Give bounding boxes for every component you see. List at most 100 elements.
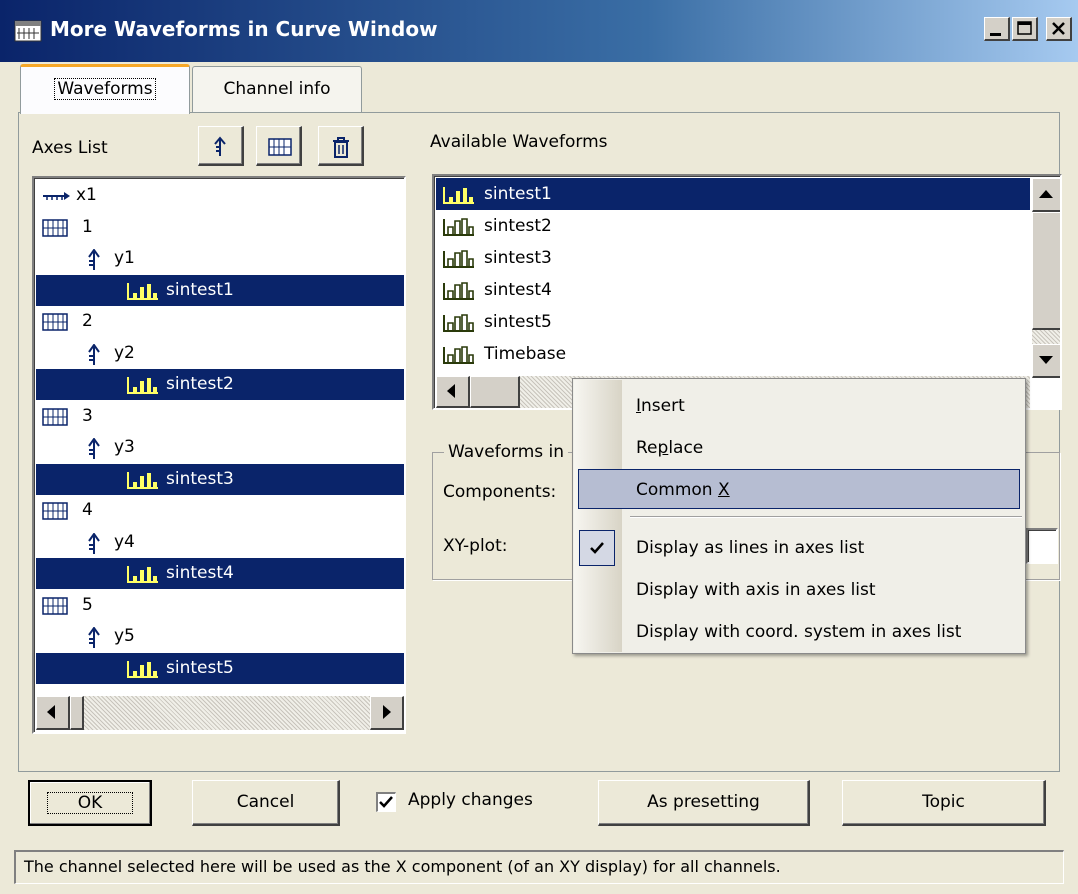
add-axis-button[interactable] [198, 126, 244, 166]
waveform-list-item[interactable]: Timebase [436, 338, 1030, 370]
tree-item-label: 4 [82, 500, 93, 520]
arrow-left-icon [47, 705, 55, 719]
ok-button[interactable]: OK [28, 780, 152, 826]
waveform-list-item[interactable]: sintest5 [436, 306, 1030, 338]
tree-item[interactable]: 5 [36, 590, 404, 621]
waveform-icon [443, 187, 474, 204]
tree-item[interactable]: y5 [36, 621, 404, 652]
tree-item[interactable]: sintest2 [36, 369, 404, 400]
waveform-list-item[interactable]: sintest4 [436, 274, 1030, 306]
checkmark-icon [379, 796, 393, 808]
waveform-list-item[interactable]: sintest2 [436, 210, 1030, 242]
menu-item-label: Common X [636, 470, 730, 510]
tree-item[interactable]: sintest5 [36, 652, 404, 684]
status-bar: The channel selected here will be used a… [14, 850, 1064, 884]
tree-item[interactable]: sintest1 [36, 274, 404, 306]
tree-item[interactable]: sintest3 [36, 463, 404, 495]
close-button[interactable] [1046, 17, 1072, 41]
apply-changes-label: Apply changes [408, 790, 533, 810]
cancel-button[interactable]: Cancel [192, 780, 340, 826]
available-waveforms-list[interactable]: sintest1 sintest2 sintest3 sintest4 sintest5… [432, 174, 1062, 410]
tree-item-label: 3 [82, 405, 93, 426]
xy-plot-field[interactable] [1026, 528, 1058, 564]
arrow-right-icon [383, 705, 391, 719]
tree-item[interactable]: 1 [36, 212, 404, 243]
menu-item-label: Display with coord. system in axes list [636, 612, 961, 652]
tree-item-label: y3 [114, 437, 135, 457]
waveform-list-item[interactable]: sintest3 [436, 242, 1030, 274]
tree-item-label: sintest3 [166, 468, 234, 489]
tree-item[interactable]: 4 [36, 495, 404, 526]
tree-item-label: sintest1 [166, 279, 234, 300]
delete-button[interactable] [318, 126, 364, 166]
menu-item-replace[interactable]: Replace [574, 428, 1024, 468]
tab-label: Waveforms [54, 78, 156, 100]
waveform-label: sintest3 [484, 248, 552, 268]
waveform-label: Timebase [484, 344, 567, 364]
arrow-up-icon [1039, 190, 1053, 198]
menu-accelerator: p [657, 438, 669, 458]
menu-label-text: Display with coord. system in axes list [636, 622, 962, 642]
tree-item[interactable]: 2 [36, 306, 404, 337]
minimize-icon [990, 33, 1001, 36]
add-coord-system-button[interactable] [256, 126, 302, 166]
menu-label-text: lace [668, 438, 704, 458]
menu-item-display-coord[interactable]: Display with coord. system in axes list [574, 612, 1024, 652]
menu-label-text: Common [636, 480, 718, 500]
tree-item-label: y2 [114, 342, 135, 363]
tree-item[interactable]: 3 [36, 401, 404, 432]
tree-item-label: sintest5 [166, 657, 234, 678]
tree-item-label: y1 [114, 248, 135, 268]
scroll-left-button[interactable] [436, 376, 470, 408]
scroll-right-button[interactable] [370, 696, 404, 730]
scroll-down-button[interactable] [1032, 344, 1060, 378]
menu-label-text: nsert [641, 396, 685, 416]
tab-channel-info[interactable]: Channel info [192, 66, 362, 112]
waveform-icon [443, 250, 474, 268]
menu-label-text: Re [636, 438, 658, 458]
arrow-left-icon [447, 384, 455, 398]
as-presetting-button[interactable]: As presetting [598, 780, 810, 826]
window-title: More Waveforms in Curve Window [50, 17, 438, 41]
tree-item[interactable]: x1 [36, 180, 404, 211]
menu-item-display-lines[interactable]: Display as lines in axes list [574, 528, 1024, 568]
menu-item-label: Display as lines in axes list [636, 528, 864, 568]
apply-changes-checkbox[interactable] [376, 792, 396, 812]
tree-item-label: y5 [114, 626, 135, 646]
app-icon [14, 20, 42, 42]
scroll-thumb[interactable] [470, 376, 520, 408]
minimize-button[interactable] [984, 17, 1010, 41]
waveform-label: sintest1 [484, 184, 552, 204]
waveform-list-item[interactable]: sintest1 [436, 178, 1030, 210]
trash-icon [333, 137, 349, 158]
menu-item-common-x[interactable]: Common X [578, 469, 1020, 509]
scroll-up-button[interactable] [1032, 178, 1060, 212]
scroll-thumb[interactable] [1032, 212, 1060, 330]
tree-item[interactable]: sintest4 [36, 558, 404, 589]
tree-item[interactable]: y4 [36, 527, 404, 558]
maximize-button[interactable] [1012, 17, 1038, 41]
topic-button[interactable]: Topic [842, 780, 1046, 826]
tree-item[interactable]: y1 [36, 243, 404, 274]
menu-accelerator: X [717, 480, 730, 500]
scroll-thumb[interactable] [70, 696, 84, 730]
available-waveforms-label: Available Waveforms [430, 132, 608, 152]
menu-separator [630, 516, 1022, 518]
tree-item[interactable]: y2 [36, 338, 404, 369]
tree-item-label: 2 [82, 311, 93, 331]
components-label: Components: [443, 482, 557, 502]
tree-item[interactable]: y3 [36, 432, 404, 463]
menu-item-label: Insert [636, 386, 685, 426]
tab-waveforms[interactable]: Waveforms [20, 64, 190, 114]
scroll-track[interactable] [84, 696, 370, 730]
menu-item-insert[interactable]: Insert [574, 386, 1024, 426]
arrow-down-icon [1039, 356, 1053, 364]
coord-system-icon [268, 138, 292, 156]
tree-item-label: x1 [76, 185, 97, 205]
scroll-left-button[interactable] [36, 696, 70, 730]
menu-item-label: Replace [636, 428, 703, 468]
waveform-icon [443, 218, 474, 236]
scroll-track[interactable] [1032, 330, 1060, 344]
axes-tree[interactable]: x1 1 y1 sintest1 2 y2 sintest2 3 y3 sintest3 4 y4 si… [32, 176, 406, 734]
menu-item-display-axis[interactable]: Display with axis in axes list [574, 570, 1024, 610]
